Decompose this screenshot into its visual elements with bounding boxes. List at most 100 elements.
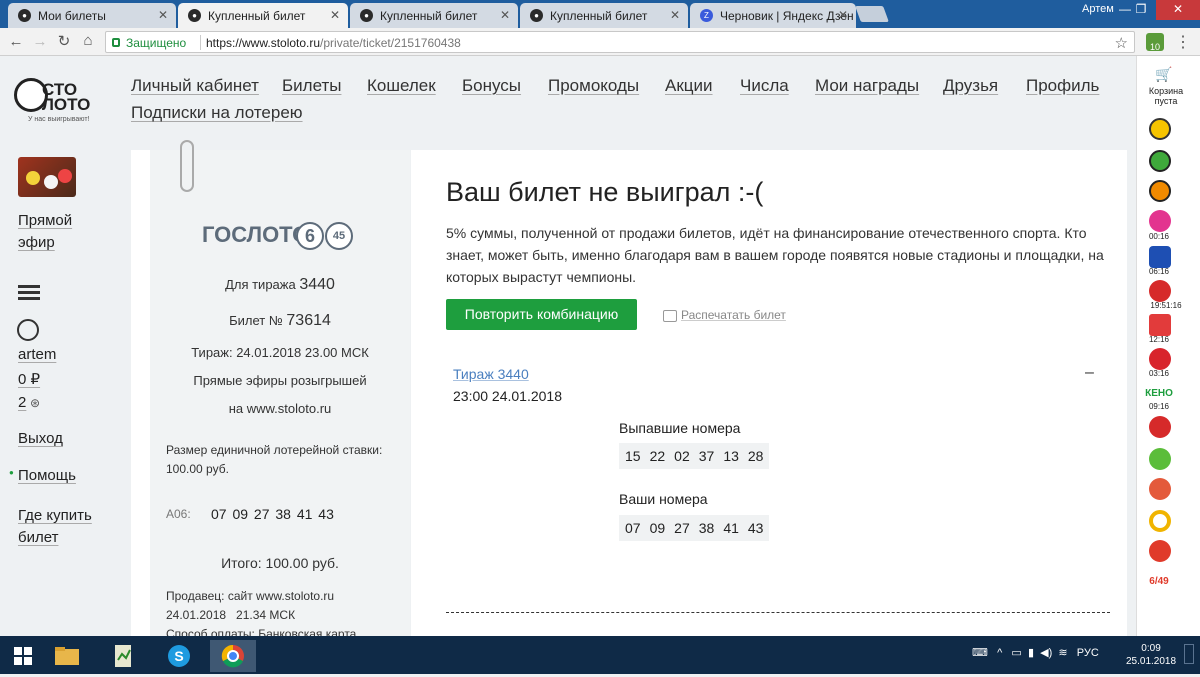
- close-icon[interactable]: ✕: [500, 8, 510, 22]
- drawn-numbers: 15 22 02 37 13 28: [619, 443, 770, 469]
- lottery-5-36-icon[interactable]: [1149, 150, 1171, 172]
- close-icon[interactable]: ✕: [158, 8, 168, 22]
- lottery-m-icon[interactable]: [1149, 416, 1171, 438]
- where-buy-link-line1[interactable]: Где купить: [18, 507, 92, 524]
- drawn-number: 37: [698, 448, 715, 464]
- tab-purchased-ticket[interactable]: ● Купленный билет ✕: [350, 3, 518, 28]
- timer-label: 03:16: [1148, 369, 1170, 378]
- wifi-icon[interactable]: ≋: [1058, 647, 1067, 659]
- collapse-toggle[interactable]: –: [1085, 364, 1094, 382]
- live-link-line1[interactable]: Прямой: [18, 212, 72, 229]
- language-indicator[interactable]: РУС: [1077, 647, 1099, 659]
- logout-link[interactable]: Выход: [18, 430, 63, 447]
- drawn-number: 15: [625, 448, 641, 464]
- reload-icon[interactable]: ↻: [54, 32, 74, 50]
- user-icon[interactable]: [17, 319, 39, 341]
- lottery-horseshoe-icon[interactable]: [1149, 510, 1171, 532]
- url-field[interactable]: Защищено https://www.stoloto.ru/private/…: [105, 31, 1135, 53]
- taskbar-clock[interactable]: 0:09 25.01.2018: [1126, 642, 1176, 668]
- where-buy-link-line2[interactable]: билет: [18, 529, 58, 546]
- balance-link[interactable]: 0 ₽: [18, 370, 40, 388]
- lottery-zhilishchnaya-icon[interactable]: [1149, 448, 1171, 470]
- sportloto-logo[interactable]: 6/49: [1137, 576, 1181, 587]
- live-link-line2[interactable]: эфир: [18, 234, 55, 251]
- close-icon[interactable]: ✕: [838, 8, 848, 22]
- network-icon[interactable]: ▭: [1011, 647, 1021, 659]
- file-explorer-icon[interactable]: [48, 640, 86, 672]
- nav-promotions[interactable]: Акции: [665, 76, 713, 96]
- gosloto-6-ball-icon: 6: [296, 222, 324, 250]
- skype-icon[interactable]: S: [160, 640, 198, 672]
- lottery-dual-icon[interactable]: [1149, 280, 1171, 302]
- nav-friends[interactable]: Друзья: [943, 76, 998, 96]
- your-number: 43: [747, 520, 764, 536]
- tab-my-tickets[interactable]: ● Мои билеты ✕: [8, 3, 176, 28]
- stoloto-logo[interactable]: СТО ЛОТО У нас выигрывают!: [14, 78, 124, 128]
- tab-yandex-zen[interactable]: Z Черновик | Яндекс Дзен ✕: [690, 3, 856, 28]
- lottery-7-49-icon[interactable]: [1149, 540, 1171, 562]
- ticket-combo-numbers: 07 09 27 38 41 43: [211, 506, 334, 522]
- nav-tickets[interactable]: Билеты: [282, 76, 341, 96]
- hamburger-menu-icon[interactable]: [18, 285, 40, 301]
- ticket-draw-datetime: Тираж: 24.01.2018 23.00 МСК: [191, 345, 369, 360]
- tab-purchased-ticket[interactable]: ● Купленный билет ✕: [520, 3, 688, 28]
- home-icon[interactable]: ⌂: [78, 32, 98, 49]
- tab-label: Купленный билет: [208, 9, 306, 23]
- lottery-6-45-icon[interactable]: [1149, 118, 1171, 140]
- notepad-icon[interactable]: [104, 640, 142, 672]
- draw-time: 23:00 24.01.2018: [453, 388, 562, 404]
- nav-wallet[interactable]: Кошелек: [367, 76, 436, 96]
- chrome-menu-icon[interactable]: ⋮: [1175, 32, 1191, 52]
- keyboard-icon[interactable]: ⌨: [972, 647, 988, 659]
- your-number: 27: [674, 520, 690, 536]
- system-tray: ⌨ ^ ▭ ▮ ◀) ≋ РУС: [972, 646, 1099, 659]
- bookmark-star-icon[interactable]: ☆: [1115, 34, 1128, 52]
- nav-bonuses[interactable]: Бонусы: [462, 76, 521, 96]
- windows-start-icon[interactable]: [4, 640, 42, 672]
- timer-label: 06:16: [1148, 267, 1170, 276]
- window-close-icon[interactable]: ✕: [1156, 0, 1200, 20]
- nav-profile[interactable]: Профиль: [1026, 76, 1099, 96]
- ticket-seller: Продавец: сайт www.stoloto.ru: [166, 589, 335, 603]
- lottery-rusloto-icon[interactable]: [1149, 478, 1171, 500]
- ticket-number: 73614: [286, 312, 331, 329]
- nav-subscriptions[interactable]: Подписки на лотерею: [131, 103, 303, 123]
- speaker-icon[interactable]: ◀): [1040, 647, 1052, 659]
- close-icon[interactable]: ✕: [330, 8, 340, 22]
- chrome-taskbar-icon[interactable]: [210, 640, 256, 672]
- stoloto-favicon-icon: ●: [188, 9, 201, 22]
- keno-logo[interactable]: КЕНО: [1137, 388, 1181, 399]
- new-tab-button[interactable]: [855, 6, 889, 22]
- cart-icon[interactable]: 🛒: [1155, 66, 1172, 83]
- tab-purchased-ticket-active[interactable]: ● Купленный билет ✕: [178, 3, 348, 28]
- draw-link[interactable]: Тираж 3440: [453, 366, 529, 382]
- lottery-4-20-icon[interactable]: [1149, 180, 1171, 202]
- bonus-count-link[interactable]: 2: [18, 394, 26, 411]
- tray-arrow-icon[interactable]: ^: [997, 647, 1002, 659]
- url-path: /private/ticket/2151760438: [320, 36, 461, 50]
- help-link[interactable]: Помощь: [18, 467, 76, 484]
- battery-icon[interactable]: ▮: [1028, 647, 1034, 659]
- print-ticket-link[interactable]: Распечатать билет: [681, 308, 786, 322]
- close-icon[interactable]: ✕: [670, 8, 680, 22]
- back-icon[interactable]: ←: [6, 33, 26, 50]
- forward-icon[interactable]: →: [30, 33, 50, 50]
- maximize-icon[interactable]: ❐: [1126, 0, 1156, 20]
- clock-date: 25.01.2018: [1126, 656, 1177, 667]
- printer-icon[interactable]: [663, 310, 677, 322]
- extension-icon[interactable]: 10: [1146, 33, 1164, 52]
- repeat-combination-button[interactable]: Повторить комбинацию: [446, 299, 637, 330]
- lottery-top3-icon[interactable]: [1149, 314, 1171, 336]
- ticket-stake-value: 100.00 руб.: [166, 462, 229, 476]
- ticket-draw-line: Для тиража 3440: [150, 276, 410, 294]
- nav-my-awards[interactable]: Мои награды: [815, 76, 919, 96]
- lottery-12-24-icon[interactable]: [1149, 246, 1171, 268]
- nav-numbers[interactable]: Числа: [740, 76, 789, 96]
- notifications-icon[interactable]: [1184, 644, 1194, 664]
- lottery-3-icon[interactable]: [1149, 348, 1171, 370]
- live-broadcast-thumbnail[interactable]: [18, 157, 76, 197]
- username-link[interactable]: artem: [18, 346, 56, 363]
- lottery-rapido-icon[interactable]: [1149, 210, 1171, 232]
- nav-personal-account[interactable]: Личный кабинет: [131, 76, 259, 96]
- nav-promocodes[interactable]: Промокоды: [548, 76, 639, 96]
